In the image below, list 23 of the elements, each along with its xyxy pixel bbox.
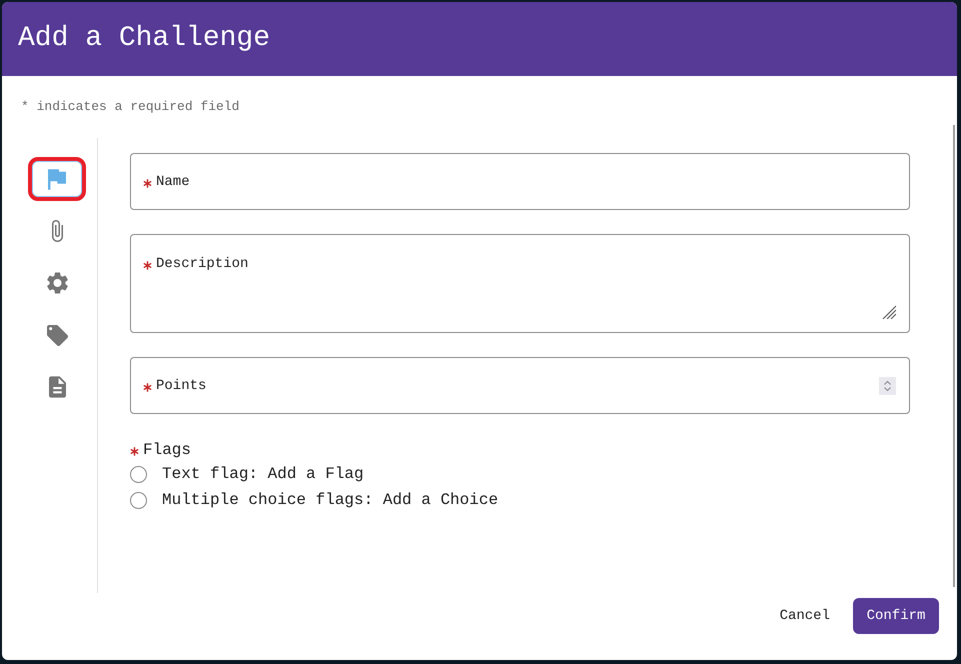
radio-label: Text flag: Add a Flag xyxy=(162,464,364,484)
tag-icon xyxy=(46,324,68,346)
field-label: Points xyxy=(156,376,206,394)
required-note: * indicates a required field xyxy=(21,99,240,114)
confirm-button[interactable]: Confirm xyxy=(853,598,939,634)
field-label: Name xyxy=(156,172,190,190)
flag-icon xyxy=(48,168,66,190)
cancel-button[interactable]: Cancel xyxy=(772,598,838,634)
radio-button[interactable] xyxy=(130,492,147,508)
document-icon xyxy=(48,376,66,398)
paperclip-icon xyxy=(52,220,62,242)
gear-icon xyxy=(46,272,68,294)
number-field[interactable]: Points xyxy=(130,357,910,414)
radio-button[interactable] xyxy=(130,466,147,482)
text-field[interactable]: Name xyxy=(130,153,910,210)
spinner-arrows-icon[interactable] xyxy=(879,377,896,395)
field-label: Description xyxy=(156,255,248,273)
resize-handle-icon[interactable] xyxy=(882,305,896,319)
dialog-title: Add a Challenge xyxy=(18,22,270,56)
scrollbar-thumb[interactable] xyxy=(953,125,955,587)
flags-label: Flags xyxy=(143,440,192,460)
radio-label: Multiple choice flags: Add a Choice xyxy=(162,490,498,510)
textarea-field[interactable]: Description xyxy=(130,234,910,333)
